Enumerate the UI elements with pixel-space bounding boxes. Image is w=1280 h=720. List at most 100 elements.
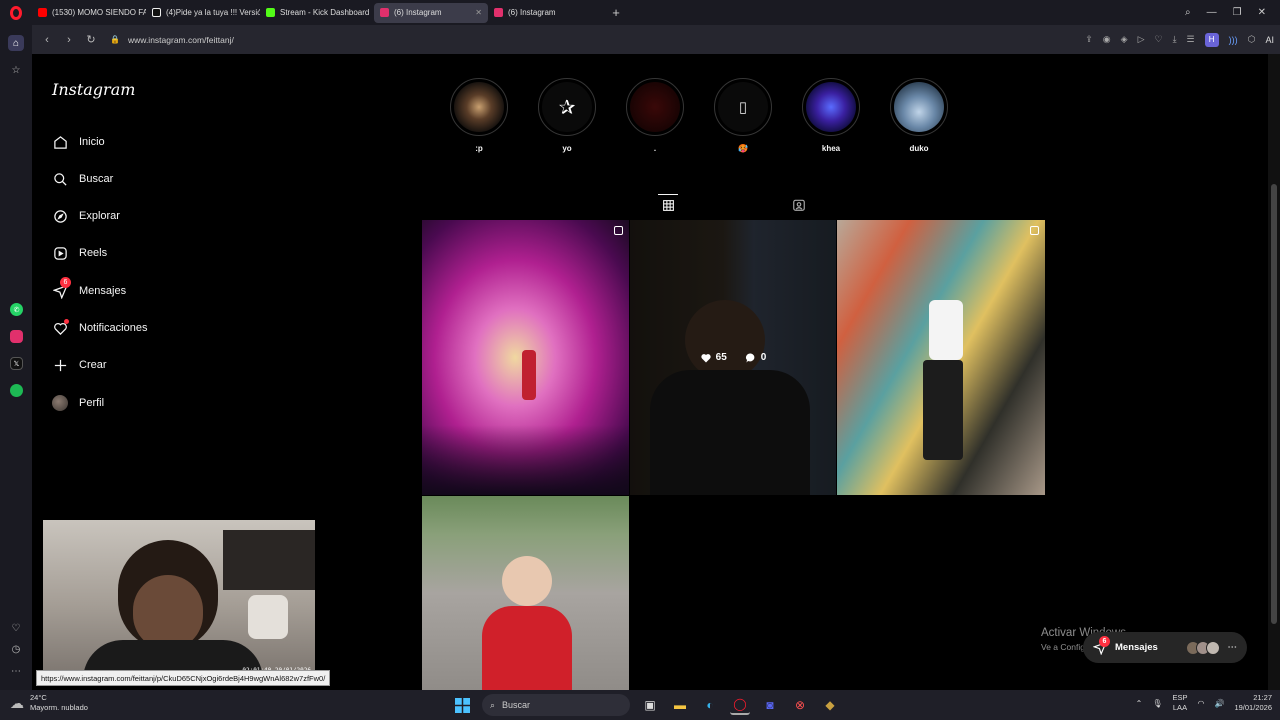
file-explorer-icon[interactable]: ▬ — [670, 695, 690, 715]
webcam-overlay: 02:01:40 20/01/2026 — [43, 520, 315, 676]
download-icon[interactable]: ⤓ — [1173, 34, 1177, 45]
nav-item-buscar[interactable]: Buscar — [52, 168, 113, 190]
device-icon: ▯ — [718, 82, 768, 132]
edge-icon[interactable]: ◐ — [700, 695, 720, 715]
heart-icon[interactable]: ♡ — [8, 620, 24, 636]
menu-icon[interactable]: ☰ — [1187, 34, 1195, 45]
nav-item-explorar[interactable]: Explorar — [52, 205, 120, 227]
search-icon[interactable]: ⌕ — [1185, 7, 1191, 18]
nav-item-notificaciones[interactable]: Notificaciones — [52, 317, 147, 339]
highlight-cover — [894, 82, 944, 132]
opera-logo-icon[interactable] — [0, 0, 32, 25]
whatsapp-icon[interactable]: ✆ — [10, 303, 23, 316]
maximize-icon[interactable]: ❐ — [1233, 7, 1242, 18]
scrollbar-thumb[interactable] — [1271, 184, 1277, 624]
tab-tagged[interactable] — [789, 194, 809, 216]
post-portrait[interactable]: 65 0 — [630, 220, 836, 495]
story-highlight[interactable]: ✰ yo — [537, 78, 597, 154]
nav-item-perfil[interactable]: Perfil — [52, 392, 104, 414]
close-tab-icon[interactable]: ✕ — [475, 8, 482, 17]
search-icon: ⌕ — [490, 699, 496, 710]
address-bar-actions: ⇪ ◉ ◈ ▷ ♡ ⤓ ☰ H ))) ⬡ AI — [1085, 32, 1280, 47]
browser-tab[interactable]: (1530) MOMO SIENDO FAN — [32, 3, 146, 23]
story-highlight[interactable]: khea — [801, 78, 861, 154]
more-icon[interactable]: ⋯ — [1228, 642, 1238, 653]
post-mural[interactable] — [837, 220, 1045, 495]
messages-button[interactable]: 6 Mensajes ⋯ — [1083, 632, 1247, 663]
story-highlight[interactable]: ▯ 🥵 — [713, 78, 773, 154]
plus-icon — [52, 357, 68, 373]
microphone-icon[interactable]: 🎙 — [1152, 699, 1162, 708]
star-icon: ✰ — [542, 82, 592, 132]
heart-icon[interactable]: ♡ — [1154, 34, 1162, 45]
discord-icon[interactable]: ◙ — [760, 695, 780, 715]
play-icon[interactable]: ▷ — [1138, 34, 1145, 45]
language-indicator[interactable]: ESP LAA — [1172, 693, 1187, 713]
address-bar: ‹ › ↻ 🔒 www.instagram.com/feittanj/ ⇪ ◉ … — [32, 25, 1280, 54]
comment-icon — [745, 352, 755, 362]
reels-icon — [52, 245, 68, 261]
app-icon[interactable]: ◆ — [820, 695, 840, 715]
notification-dot — [64, 319, 69, 324]
browser-tab[interactable]: Stream - Kick Dashboard — [260, 3, 374, 23]
home-icon — [52, 134, 68, 150]
back-icon[interactable]: ‹ — [36, 29, 58, 51]
wifi-icon[interactable]: ◠ — [1198, 699, 1205, 708]
taskbar-search[interactable]: ⌕ Buscar — [482, 694, 630, 716]
minimize-icon[interactable]: — — [1207, 7, 1217, 18]
ai-button[interactable]: AI — [1265, 35, 1274, 45]
shield-icon[interactable]: ◈ — [1121, 34, 1128, 45]
browser-tab-active[interactable]: (6) Instagram ✕ — [374, 2, 488, 23]
star-icon[interactable]: ☆ — [8, 62, 24, 78]
forward-icon[interactable]: › — [58, 29, 80, 51]
avatar — [52, 395, 68, 411]
spotify-icon[interactable] — [10, 384, 23, 397]
post-hover-stats: 65 0 — [630, 220, 836, 495]
like-count: 65 — [715, 352, 727, 363]
status-link-preview: https://www.instagram.com/feittanj/p/Cku… — [36, 670, 331, 686]
taskbar-apps: ⌕ Buscar ▣ ▬ ◐ ◯ ◙ ⊗ ◆ — [452, 693, 840, 717]
tab-posts[interactable] — [658, 194, 678, 216]
comment-count: 0 — [760, 352, 767, 363]
home-icon[interactable]: ⌂ — [8, 35, 24, 51]
windows-start-icon[interactable] — [452, 695, 472, 715]
nav-item-mensajes[interactable]: 6 Mensajes — [52, 277, 126, 302]
page-scrollbar[interactable] — [1268, 54, 1280, 690]
nav-item-inicio[interactable]: Inicio — [52, 131, 105, 153]
post-concert[interactable] — [422, 220, 629, 495]
share-icon[interactable]: ⇪ — [1085, 34, 1093, 45]
x-icon[interactable]: 𝕏 — [10, 357, 23, 370]
story-highlight[interactable]: duko — [889, 78, 949, 154]
nav-item-reels[interactable]: Reels — [52, 242, 107, 264]
story-highlight[interactable]: :p — [449, 78, 509, 154]
instagram-icon — [380, 8, 389, 17]
chevron-up-icon[interactable]: ⌃ — [1136, 699, 1143, 708]
url-field[interactable]: www.instagram.com/feittanj/ — [128, 35, 234, 45]
windows-taskbar: ☁ 24°C Mayorm. nublado ⌕ Buscar ▣ ▬ ◐ ◯ … — [0, 690, 1280, 720]
profile-button[interactable]: H — [1204, 32, 1219, 47]
cube-icon[interactable]: ⬡ — [1248, 34, 1256, 45]
instagram-icon[interactable] — [10, 330, 23, 343]
more-icon[interactable]: ⋯ — [8, 663, 24, 679]
nav-item-crear[interactable]: Crear — [52, 354, 107, 376]
post-child[interactable] — [422, 496, 629, 690]
reload-icon[interactable]: ↻ — [80, 29, 102, 51]
messenger-icon: 6 — [1093, 635, 1110, 655]
browser-tab[interactable]: (6) Instagram — [488, 3, 602, 23]
weather-widget[interactable]: ☁ 24°C Mayorm. nublado — [10, 693, 88, 713]
clock[interactable]: 21:27 19/01/2026 — [1234, 693, 1272, 713]
opera-gx-icon[interactable]: ⊗ — [790, 695, 810, 715]
history-icon[interactable]: ◷ — [8, 641, 24, 657]
avatar — [1205, 640, 1220, 655]
profile-tabs — [422, 194, 1045, 218]
browser-tab[interactable]: (4)Pide ya la tuya !!! Versión — [146, 3, 260, 23]
close-icon[interactable]: ✕ — [1258, 7, 1266, 18]
new-tab-button[interactable]: + — [608, 5, 624, 21]
instagram-logo[interactable]: Instagram — [52, 80, 135, 99]
wifi-icon[interactable]: ))) — [1229, 35, 1238, 45]
volume-icon[interactable]: 🔊 — [1214, 699, 1224, 708]
task-view-icon[interactable]: ▣ — [640, 695, 660, 715]
story-highlight[interactable]: . — [625, 78, 685, 154]
camera-icon[interactable]: ◉ — [1103, 34, 1111, 45]
opera-icon[interactable]: ◯ — [730, 695, 750, 715]
